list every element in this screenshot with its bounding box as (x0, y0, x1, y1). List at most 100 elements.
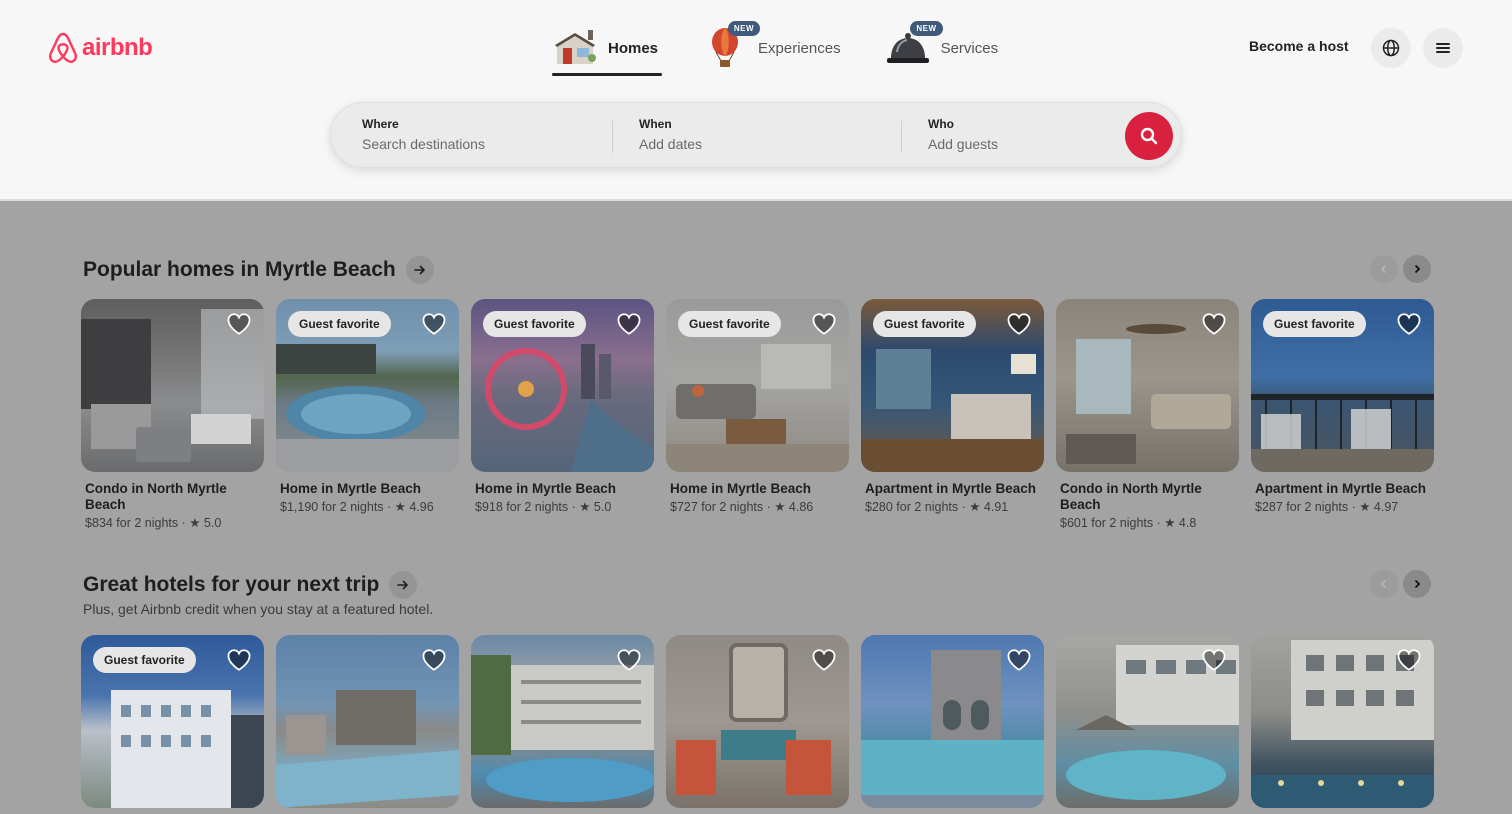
guest-favorite-badge: Guest favorite (483, 311, 586, 337)
hotel-card[interactable] (1251, 635, 1434, 808)
category-tabs: Homes NEW Experiences NEW Services (548, 21, 1003, 76)
listing-price: $727 for 2 nights (670, 500, 764, 514)
listing-card[interactable]: Condo in North Myrtle Beach $834 for 2 n… (81, 299, 264, 530)
section-title-popular-homes[interactable]: Popular homes in Myrtle Beach (83, 256, 434, 284)
who-placeholder: Add guests (928, 136, 999, 152)
hotel-photo (1056, 635, 1239, 808)
heart-icon[interactable] (226, 647, 252, 673)
search-divider (901, 121, 902, 153)
listing-rating: 4.97 (1373, 500, 1399, 514)
heart-icon[interactable] (1396, 647, 1422, 673)
heart-icon[interactable] (616, 311, 642, 337)
previous-button[interactable] (1370, 570, 1398, 598)
airbnb-logo[interactable]: airbnb (48, 32, 153, 64)
where-label: Where (362, 117, 399, 131)
listing-photo: Guest favorite (666, 299, 849, 472)
listing-card[interactable]: Guest favorite Apartment in Myrtle Beach… (861, 299, 1044, 530)
arrow-right-icon[interactable] (389, 571, 418, 599)
listing-rating: 5.0 (203, 516, 222, 530)
next-button[interactable] (1403, 570, 1431, 598)
when-placeholder: Add dates (639, 136, 703, 152)
chevron-right-icon (1414, 579, 1421, 589)
heart-icon[interactable] (1201, 647, 1227, 673)
heart-icon[interactable] (616, 647, 642, 673)
section-title-great-hotels[interactable]: Great hotels for your next trip (83, 571, 418, 599)
heart-icon[interactable] (1201, 311, 1227, 337)
become-a-host-link[interactable]: Become a host (1249, 38, 1349, 54)
listing-price: $1,190 for 2 nights (280, 500, 384, 514)
listing-card[interactable]: Guest favorite Home in Myrtle Beach $918… (471, 299, 654, 530)
search-icon (1140, 127, 1158, 145)
airbnb-logo-icon (49, 32, 77, 64)
heart-icon[interactable] (811, 311, 837, 337)
hotel-photo (471, 635, 654, 808)
where-field[interactable]: Where Search destinations (362, 117, 485, 152)
listing-photo: Guest favorite (276, 299, 459, 472)
listing-title: Apartment in Myrtle Beach (1255, 481, 1427, 496)
hamburger-menu-icon (1436, 43, 1450, 53)
listing-price: $918 for 2 nights (475, 500, 569, 514)
when-field[interactable]: When Add dates (639, 117, 702, 152)
language-button[interactable] (1371, 28, 1411, 68)
hot-air-balloon-icon: NEW (702, 21, 761, 71)
listing-card[interactable]: Guest favorite Home in Myrtle Beach $1,1… (276, 299, 459, 530)
hotel-photo (666, 635, 849, 808)
hotel-photo: Guest favorite (81, 635, 264, 808)
heart-icon[interactable] (1006, 647, 1032, 673)
who-field[interactable]: Who Add guests (928, 117, 998, 152)
where-placeholder: Search destinations (362, 136, 485, 152)
listing-photo: Guest favorite (1251, 299, 1434, 472)
heart-icon[interactable] (226, 311, 252, 337)
listing-title: Home in Myrtle Beach (670, 481, 812, 496)
guest-favorite-badge: Guest favorite (288, 311, 391, 337)
listing-rating: 4.86 (788, 500, 814, 514)
listing-meta: $287 for 2 nights · ★ 4.97 (1255, 500, 1399, 514)
listing-card[interactable]: Guest favorite Home in Myrtle Beach $727… (666, 299, 849, 530)
hotel-card[interactable] (1056, 635, 1239, 808)
hotel-card[interactable] (666, 635, 849, 808)
listing-title: Condo in North Myrtle Beach (1060, 481, 1202, 512)
hotel-card[interactable] (861, 635, 1044, 808)
guest-favorite-badge: Guest favorite (93, 647, 196, 673)
hotel-card[interactable] (276, 635, 459, 808)
listing-photo (81, 299, 264, 472)
listing-price: $280 for 2 nights (865, 500, 959, 514)
tab-services[interactable]: NEW Services (881, 21, 1003, 74)
listing-title: Condo in North Myrtle Beach (85, 481, 227, 512)
listing-photo (1056, 299, 1239, 472)
new-badge: NEW (910, 21, 943, 36)
arrow-right-icon[interactable] (405, 256, 434, 284)
listing-photo: Guest favorite (471, 299, 654, 472)
heart-icon[interactable] (1396, 311, 1422, 337)
listing-meta: $601 for 2 nights · ★ 4.8 (1060, 516, 1197, 530)
heart-icon[interactable] (1006, 311, 1032, 337)
brand-name: airbnb (82, 34, 153, 61)
guest-favorite-badge: Guest favorite (1263, 311, 1366, 337)
listing-title: Home in Myrtle Beach (475, 481, 617, 496)
listing-card[interactable]: Condo in North Myrtle Beach $601 for 2 n… (1056, 299, 1239, 530)
listing-price: $287 for 2 nights (1255, 500, 1349, 514)
new-badge: NEW (727, 21, 761, 36)
heart-icon[interactable] (811, 647, 837, 673)
listing-title: Apartment in Myrtle Beach (865, 481, 1037, 496)
tab-experiences[interactable]: NEW Experiences (698, 21, 845, 74)
chevron-right-icon (1414, 264, 1421, 274)
who-label: Who (928, 117, 954, 131)
hotel-photo (276, 635, 459, 808)
listing-title: Home in Myrtle Beach (280, 481, 422, 496)
hotel-card[interactable] (471, 635, 654, 808)
listing-meta: $727 for 2 nights · ★ 4.86 (670, 500, 814, 514)
hotel-card[interactable]: Guest favorite (81, 635, 264, 808)
heart-icon[interactable] (421, 311, 447, 337)
listing-meta: $918 for 2 nights · ★ 5.0 (475, 500, 612, 514)
hotels-row: Guest favorite (81, 635, 1434, 808)
listing-meta: $834 for 2 nights · ★ 5.0 (85, 516, 222, 530)
menu-button[interactable] (1423, 28, 1463, 68)
heart-icon[interactable] (421, 647, 447, 673)
previous-button[interactable] (1370, 255, 1398, 283)
chevron-left-icon (1380, 264, 1387, 274)
search-button[interactable] (1125, 112, 1173, 160)
tab-homes[interactable]: Homes (548, 22, 663, 76)
next-button[interactable] (1403, 255, 1431, 283)
listing-card[interactable]: Guest favorite Apartment in Myrtle Beach… (1251, 299, 1434, 530)
